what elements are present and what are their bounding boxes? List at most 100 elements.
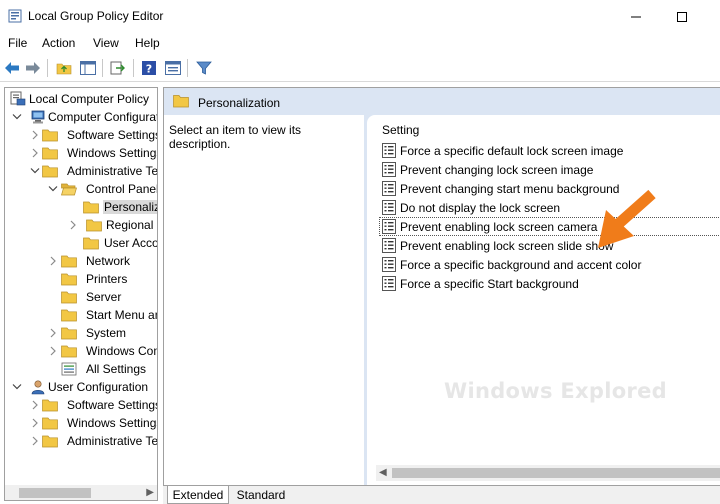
setting-label: Prevent enabling lock screen slide show <box>400 239 614 253</box>
chevron-right-icon[interactable] <box>30 417 40 429</box>
maximize-button[interactable] <box>659 0 705 33</box>
maximize-icon <box>677 11 687 22</box>
minimize-button[interactable] <box>613 0 659 33</box>
tree-item[interactable]: Windows Settings <box>5 144 158 162</box>
help-button[interactable]: ? <box>139 58 159 78</box>
tree-item[interactable]: Administrative Templates <box>5 162 157 180</box>
tree-item[interactable]: User Configuration <box>5 378 157 396</box>
tree-item-label: User Accounts <box>104 236 158 250</box>
tree-item-label: Windows Settings <box>67 146 158 160</box>
tree-item-label: User Configuration <box>48 380 149 394</box>
scroll-right-icon[interactable]: ▶ <box>146 487 154 498</box>
tree-item[interactable]: Regional and Language Options <box>5 216 157 234</box>
tree-item-label: Personalization <box>103 200 157 214</box>
tree-item[interactable]: Start Menu and Taskbar <box>5 306 157 324</box>
chevron-right-icon[interactable] <box>30 147 40 159</box>
tree-item[interactable]: Network <box>5 252 157 270</box>
tree-item-label: Software Settings <box>67 398 158 412</box>
tree-item[interactable]: Printers <box>5 270 157 288</box>
setting-row[interactable]: Prevent enabling lock screen slide show <box>379 236 720 255</box>
settings-list: Setting Force a specific default lock sc… <box>367 115 720 485</box>
tree-item-label: Start Menu and Taskbar <box>86 308 157 322</box>
tree-item-label: System <box>86 326 127 340</box>
chevron-right-icon[interactable] <box>48 255 58 267</box>
setting-row[interactable]: Force a specific background and accent c… <box>379 255 720 274</box>
chevron-down-icon[interactable] <box>12 111 22 123</box>
menu-view[interactable]: View <box>93 36 119 50</box>
menu-help[interactable]: Help <box>135 36 160 50</box>
tree-item-label: Server <box>86 290 122 304</box>
policy-setting-icon <box>382 200 396 215</box>
tree-item[interactable]: Computer Configuration <box>5 108 157 126</box>
chevron-right-icon[interactable] <box>30 129 40 141</box>
list-scroll-thumb[interactable] <box>392 468 720 478</box>
tab-standard[interactable]: Standard <box>231 486 291 504</box>
chevron-right-icon[interactable] <box>48 345 58 357</box>
tree-item[interactable]: User Accounts <box>5 234 158 252</box>
up-folder-icon <box>56 63 72 75</box>
chevron-down-icon[interactable] <box>30 165 40 177</box>
chevron-right-icon[interactable] <box>68 219 78 231</box>
folder-icon <box>61 289 77 305</box>
scroll-left-icon[interactable]: ◀ <box>379 467 387 478</box>
tree-item[interactable]: Administrative Templates <box>5 432 157 450</box>
up-folder-button[interactable] <box>54 58 74 78</box>
policy-computer-icon <box>10 91 26 107</box>
properties-button[interactable] <box>163 58 183 78</box>
chevron-down-icon[interactable] <box>48 183 58 195</box>
setting-row[interactable]: Prevent changing lock screen image <box>379 160 720 179</box>
tree-item[interactable]: Software Settings <box>5 396 158 414</box>
tree-item-label: All Settings <box>86 362 147 376</box>
chevron-right-icon[interactable] <box>30 399 40 411</box>
chevron-right-icon[interactable] <box>30 435 40 447</box>
menu-action[interactable]: Action <box>42 36 75 50</box>
tree-item-label: Computer Configuration <box>48 110 157 124</box>
tree-item[interactable]: Software Settings <box>5 126 157 144</box>
list-horizontal-scrollbar[interactable]: ◀ <box>376 465 720 481</box>
title-bar: Local Group Policy Editor <box>0 0 720 33</box>
tree-item[interactable]: Control Panel <box>5 180 158 198</box>
export-list-button[interactable] <box>108 58 128 78</box>
back-button[interactable] <box>2 58 22 78</box>
chevron-down-icon[interactable] <box>12 381 22 393</box>
tree-horizontal-scrollbar[interactable]: ▶ <box>4 485 158 501</box>
user-icon <box>30 379 46 395</box>
all-settings-icon <box>61 361 77 377</box>
menu-file[interactable]: File <box>8 36 27 50</box>
window-title: Local Group Policy Editor <box>28 9 164 23</box>
tree-scroll-thumb[interactable] <box>19 488 91 498</box>
show-hide-tree-button[interactable] <box>78 58 98 78</box>
tree-item-label: Windows Components <box>86 344 157 358</box>
orange-arrow-icon <box>598 189 656 248</box>
filter-button[interactable] <box>194 58 214 78</box>
setting-row[interactable]: Prevent changing start menu background <box>379 179 720 198</box>
tree-item-label: Control Panel <box>86 182 158 196</box>
view-tabs: Extended Standard <box>163 485 720 504</box>
tree-item[interactable]: System <box>5 324 157 342</box>
tree-item[interactable]: All Settings <box>5 360 157 378</box>
group-policy-app-icon <box>8 9 22 23</box>
folder-icon <box>86 217 102 233</box>
tree-item-label: Regional and Language Options <box>106 218 157 232</box>
forward-arrow-icon <box>26 62 40 74</box>
folder-icon <box>83 235 99 251</box>
tree-item[interactable]: Windows Components <box>5 342 157 360</box>
tree-item[interactable]: Personalization <box>5 198 157 216</box>
setting-label: Prevent changing start menu background <box>400 182 620 196</box>
setting-row[interactable]: Do not display the lock screen <box>379 198 720 217</box>
chevron-right-icon[interactable] <box>48 327 58 339</box>
tree-item[interactable]: Server <box>5 288 157 306</box>
folder-icon <box>61 271 77 287</box>
tree-item[interactable]: Local Computer Policy <box>5 90 157 108</box>
tab-extended[interactable]: Extended <box>167 486 229 504</box>
setting-row[interactable]: Prevent enabling lock screen camera <box>379 217 720 236</box>
tree-item[interactable]: Windows Settings <box>5 414 157 432</box>
details-header: Personalization <box>164 88 720 115</box>
folder-icon <box>61 343 77 359</box>
console-tree[interactable]: Local Computer Policy Computer Configurat… <box>4 87 158 487</box>
column-header-setting[interactable]: Setting <box>382 123 419 137</box>
setting-row[interactable]: Force a specific default lock screen ima… <box>379 141 720 160</box>
forward-button[interactable] <box>23 58 43 78</box>
folder-icon <box>83 199 99 215</box>
setting-row[interactable]: Force a specific Start background <box>379 274 720 293</box>
